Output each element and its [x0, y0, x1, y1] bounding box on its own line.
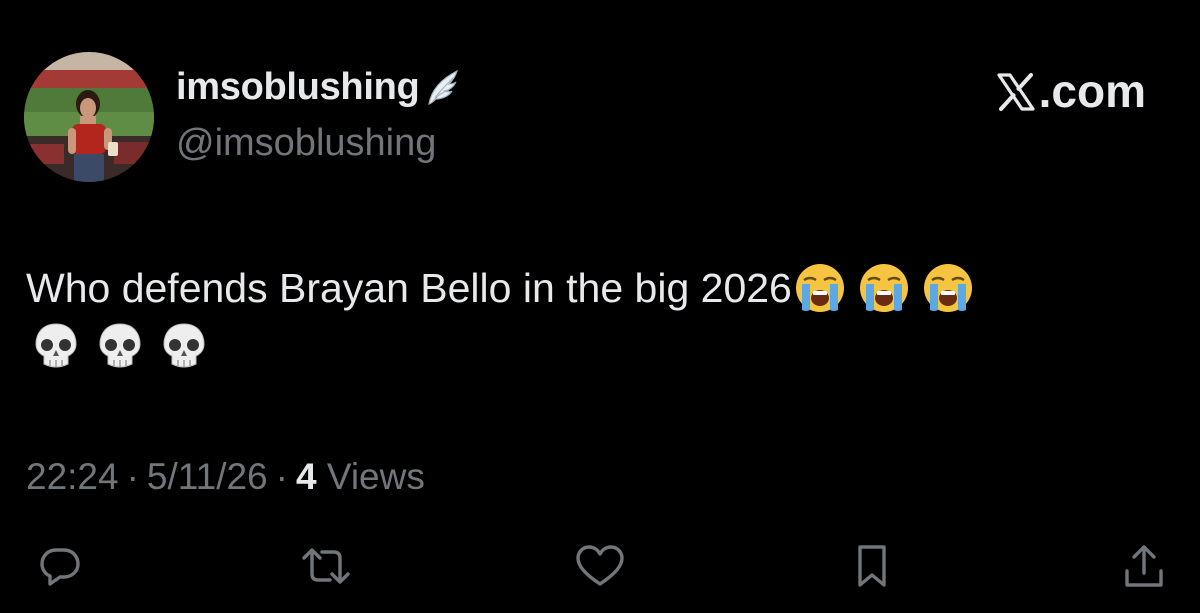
reply-icon	[38, 544, 82, 593]
skull-icon	[30, 320, 82, 372]
tweet-meta: 22:24 · 5/11/26 · 4 Views	[26, 456, 425, 498]
tweet-date[interactable]: 5/11/26	[147, 456, 268, 498]
skull-emoji-group	[30, 320, 1176, 372]
like-icon	[575, 544, 625, 593]
angel-wing-icon	[425, 68, 461, 108]
skull-icon	[158, 320, 210, 372]
loudly-crying-face-icon	[858, 262, 910, 314]
tweet-text: Who defends Brayan Bello in the big 2026	[26, 258, 1176, 372]
avatar[interactable]	[24, 52, 154, 182]
meta-separator: ·	[126, 456, 139, 497]
tweet-actions-bar	[0, 540, 1200, 600]
views-count[interactable]: 4	[296, 456, 317, 498]
like-button[interactable]	[572, 540, 628, 596]
author-display-name[interactable]: imsoblushing	[176, 66, 420, 109]
bookmark-icon	[854, 543, 890, 594]
bookmark-button[interactable]	[844, 540, 900, 596]
retweet-icon	[298, 544, 354, 593]
author-name-row[interactable]: imsoblushing	[176, 66, 461, 109]
loudly-crying-face-icon	[794, 262, 846, 314]
brand-domain-label: .com	[1038, 65, 1146, 117]
tweet-time[interactable]: 22:24	[26, 456, 119, 498]
reply-button[interactable]	[32, 540, 88, 596]
crying-emoji-group	[794, 262, 974, 314]
loudly-crying-face-icon	[922, 262, 974, 314]
share-icon	[1122, 543, 1166, 594]
tweet-card: imsoblushing @imsoblushing .com Who defe…	[0, 0, 1200, 613]
share-button[interactable]	[1116, 540, 1172, 596]
views-label[interactable]: Views	[327, 456, 425, 498]
tweet-body: Who defends Brayan Bello in the big 2026	[26, 265, 792, 311]
author-handle[interactable]: @imsoblushing	[176, 122, 436, 165]
retweet-button[interactable]	[298, 540, 354, 596]
x-logo-icon	[995, 70, 1037, 112]
tweet-text-line-1: Who defends Brayan Bello in the big 2026	[26, 258, 1176, 318]
skull-icon	[94, 320, 146, 372]
meta-separator: ·	[275, 456, 288, 497]
brand-watermark: .com	[995, 64, 1146, 118]
